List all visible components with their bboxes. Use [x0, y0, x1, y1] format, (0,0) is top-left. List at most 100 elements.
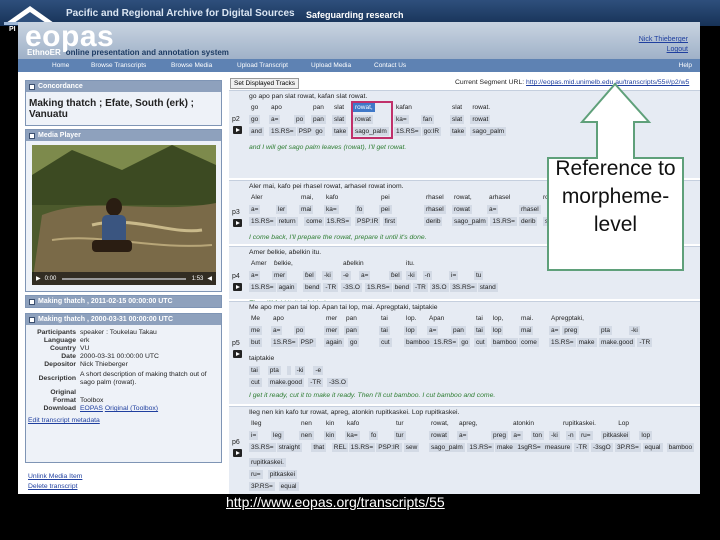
word-cell[interactable]	[519, 193, 523, 202]
morpheme-cell[interactable]: pan	[311, 115, 326, 124]
word-cell[interactable]: Me	[249, 314, 262, 323]
word-cell[interactable]	[355, 193, 359, 202]
selected-word-highlight[interactable]	[351, 101, 393, 139]
volume-icon[interactable]: ◀	[207, 275, 212, 282]
gloss-cell[interactable]: make	[495, 443, 515, 452]
word-cell[interactable]: lop.	[404, 314, 418, 323]
download-eopas-link[interactable]: EOPAS	[80, 405, 103, 412]
gloss-cell[interactable]: derib	[424, 217, 443, 226]
morpheme-cell[interactable]: rowat	[429, 431, 449, 440]
word-cell[interactable]: tur	[394, 419, 406, 428]
morpheme-cell[interactable]: po	[294, 326, 306, 335]
gloss-cell[interactable]: go	[348, 338, 360, 347]
word-cell[interactable]: Apan	[427, 314, 446, 323]
morpheme-cell[interactable]: pei	[379, 205, 392, 214]
morpheme-cell[interactable]: me	[249, 326, 263, 335]
morpheme-cell[interactable]: nen	[299, 431, 314, 440]
video-controls[interactable]: ▶ 0:00 1:53 ◀	[32, 272, 216, 285]
morpheme-cell[interactable]: a=	[271, 326, 283, 335]
morpheme-cell[interactable]: a=	[269, 115, 281, 124]
gloss-cell[interactable]: 1S.RS=	[467, 443, 494, 452]
word-cell[interactable]	[372, 259, 376, 268]
word-cell[interactable]	[294, 314, 298, 323]
word-cell[interactable]: slat	[450, 103, 464, 112]
morpheme-cell[interactable]: lop	[404, 326, 417, 335]
morpheme-cell[interactable]: ru=	[579, 431, 593, 440]
morpheme-cell[interactable]: rowat	[470, 115, 491, 124]
morpheme-cell[interactable]: i=	[249, 431, 259, 440]
morpheme-cell[interactable]: ler	[276, 205, 288, 214]
word-cell[interactable]	[276, 193, 280, 202]
morpheme-cell[interactable]: -e	[341, 271, 351, 280]
word-cell[interactable]: apo	[271, 314, 286, 323]
morpheme-cell[interactable]: rupitkaskei.	[249, 458, 286, 467]
morpheme-cell[interactable]: fo	[355, 205, 365, 214]
gloss-cell[interactable]: PSP:IR	[355, 217, 381, 226]
word-cell[interactable]: mer	[324, 314, 339, 323]
word-cell[interactable]	[271, 419, 275, 428]
logout-link[interactable]: Logout	[639, 45, 688, 55]
gloss-cell[interactable]: 1S.RS=	[249, 217, 276, 226]
gloss-cell[interactable]: 3S.O	[429, 283, 449, 292]
gloss-cell[interactable]: that	[311, 443, 327, 452]
word-cell[interactable]	[549, 419, 553, 428]
gloss-cell[interactable]: 3S.RS=	[450, 283, 477, 292]
gloss-cell[interactable]: -3sgO	[591, 443, 613, 452]
word-cell[interactable]: pei	[379, 193, 392, 202]
morpheme-cell[interactable]: i=	[449, 271, 459, 280]
morpheme-cell[interactable]: cut	[249, 378, 262, 387]
word-cell[interactable]: arhasel	[487, 193, 512, 202]
gloss-cell[interactable]: go:IR	[421, 127, 442, 136]
morpheme-cell[interactable]: rowat	[452, 205, 472, 214]
play-segment-icon[interactable]	[233, 283, 242, 291]
gloss-cell[interactable]: 1S.RS=	[549, 338, 576, 347]
gloss-cell[interactable]: bend	[303, 283, 322, 292]
nav-browse-transcripts[interactable]: Browse Transcripts	[91, 62, 146, 69]
word-cell[interactable]: kin	[324, 419, 336, 428]
morpheme-cell[interactable]: -3S.O	[327, 378, 348, 387]
gloss-cell[interactable]: 1S.RS=	[348, 443, 376, 452]
morpheme-cell[interactable]: preg	[562, 326, 580, 335]
video-frame[interactable]: ▶ 0:00 1:53 ◀	[32, 145, 216, 285]
morpheme-cell[interactable]: tai	[379, 326, 390, 335]
gloss-cell[interactable]: but	[249, 338, 263, 347]
gloss-cell[interactable]: 1sgRS=	[515, 443, 543, 452]
nav-home[interactable]: Home	[52, 62, 69, 69]
gloss-cell[interactable]: first	[382, 217, 398, 226]
word-cell[interactable]: mai.	[519, 314, 535, 323]
word-cell[interactable]: kafan	[394, 103, 414, 112]
gloss-cell[interactable]: sew	[403, 443, 420, 452]
morpheme-cell[interactable]: a=	[549, 326, 561, 335]
word-cell[interactable]: Lop	[616, 419, 631, 428]
collapse-icon[interactable]	[29, 83, 35, 90]
morpheme-cell[interactable]: fan	[421, 115, 435, 124]
morpheme-cell[interactable]: leg	[271, 431, 284, 440]
gloss-cell[interactable]: straight	[276, 443, 302, 452]
gloss-cell[interactable]: take	[332, 127, 349, 136]
word-cell[interactable]: lop,	[491, 314, 505, 323]
morpheme-cell[interactable]: rhasel	[519, 205, 541, 214]
download-original-link[interactable]: Original (Toolbox)	[105, 405, 158, 412]
collapse-icon[interactable]	[29, 316, 35, 323]
morpheme-cell[interactable]: ka=	[394, 115, 409, 124]
morpheme-cell[interactable]: lop	[639, 431, 653, 440]
gloss-cell[interactable]: cut	[474, 338, 487, 347]
gloss-cell[interactable]: -TR	[323, 283, 339, 292]
morpheme-cell[interactable]: mer	[272, 271, 288, 280]
gloss-cell[interactable]: equal	[642, 443, 663, 452]
morpheme-cell[interactable]: -ki	[294, 366, 306, 375]
play-icon[interactable]: ▶	[36, 275, 41, 282]
word-cell[interactable]: rhasel	[424, 193, 446, 202]
gloss-cell[interactable]: PSP	[298, 338, 316, 347]
morpheme-cell[interactable]: po	[294, 115, 306, 124]
morpheme-cell[interactable]: ɓel	[389, 271, 402, 280]
morpheme-cell[interactable]: -ki	[405, 271, 417, 280]
gloss-cell[interactable]: bend	[392, 283, 412, 292]
morpheme-cell[interactable]: mai	[299, 205, 314, 214]
morpheme-cell[interactable]: -e	[313, 366, 324, 375]
word-cell[interactable]: kafo	[345, 419, 361, 428]
morpheme-cell[interactable]: slat	[332, 115, 347, 124]
morpheme-cell[interactable]: -TR	[308, 378, 324, 387]
word-cell[interactable]: tai	[474, 314, 485, 323]
word-cell[interactable]	[491, 419, 495, 428]
